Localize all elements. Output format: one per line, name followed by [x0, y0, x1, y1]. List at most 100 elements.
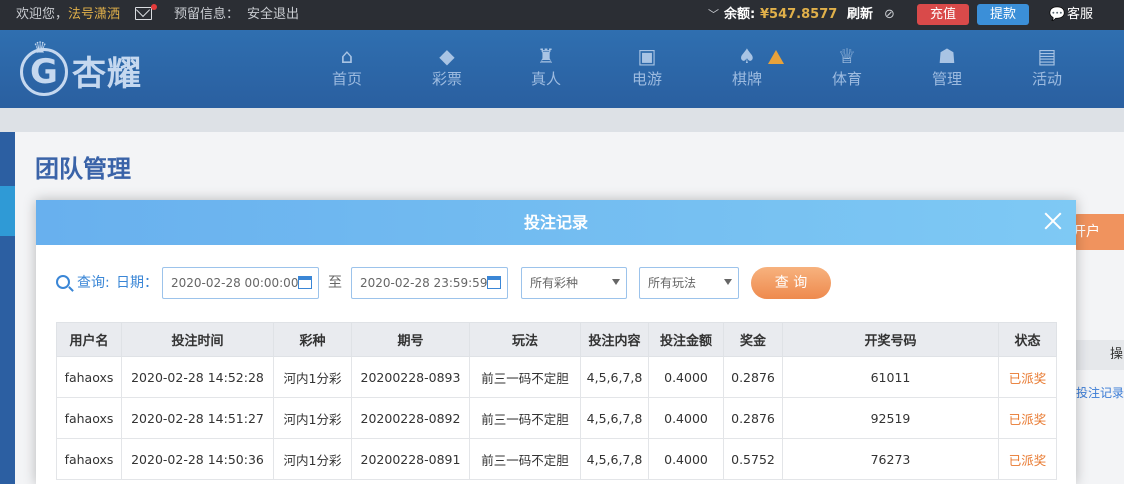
live-dealer-icon: ♜ — [537, 44, 555, 68]
end-date-input[interactable]: 2020-02-28 23:59:59 — [351, 267, 508, 299]
recharge-button[interactable]: 充值 — [917, 4, 969, 25]
nav-slots[interactable]: ▣ 电游 — [617, 44, 677, 90]
slot-machine-icon: ▣ — [637, 44, 657, 68]
cell-draw-number: 76273 — [782, 438, 999, 480]
cell-username: fahaoxs — [56, 356, 122, 398]
nav-manage[interactable]: ☗ 管理 — [917, 44, 977, 90]
lottery-select[interactable]: 所有彩种 — [521, 267, 627, 299]
bg-table-header: 操 — [1076, 340, 1124, 370]
nav-lottery[interactable]: ◆ 彩票 — [417, 44, 477, 90]
cell-amount: 0.4000 — [648, 356, 724, 398]
users-icon: ☗ — [938, 44, 956, 68]
cell-draw-number: 61011 — [782, 356, 999, 398]
nav-live[interactable]: ♜ 真人 — [516, 44, 576, 90]
cell-username: fahaoxs — [56, 397, 122, 439]
bg-bet-record-link[interactable]: 投注记录 — [1076, 384, 1124, 401]
top-bar: 欢迎您， 法号潇洒 预留信息： 安全退出 ﹀ 余额: ¥547.8577 刷新 … — [0, 0, 1124, 30]
cell-content: 4,5,6,7,8 — [580, 397, 649, 439]
to-label: 至 — [328, 275, 342, 291]
cell-username: fahaoxs — [56, 438, 122, 480]
page-title: 团队管理 — [35, 155, 131, 183]
home-icon: ⌂ — [340, 44, 354, 68]
nav-label: 活动 — [1031, 70, 1062, 88]
cell-play: 前三一码不定胆 — [469, 438, 581, 480]
bet-record-table: 用户名 投注时间 彩种 期号 玩法 投注内容 投注金额 奖金 开奖号码 状态 f… — [56, 322, 1057, 480]
nav-label: 电游 — [631, 70, 662, 88]
service-link[interactable]: 客服 — [1067, 7, 1093, 23]
col-header: 奖金 — [723, 322, 783, 357]
cell-play: 前三一码不定胆 — [469, 397, 581, 439]
table-row[interactable]: fahaoxs 2020-02-28 14:52:28 河内1分彩 202002… — [56, 356, 1057, 398]
cell-amount: 0.4000 — [648, 397, 724, 439]
nav-home[interactable]: ⌂ 首页 — [317, 44, 377, 90]
balance-value: ¥547.8577 — [760, 7, 838, 22]
query-label: 查询: — [77, 275, 110, 291]
modal-header: 投注记录 — [36, 200, 1076, 245]
cell-play: 前三一码不定胆 — [469, 356, 581, 398]
col-header: 彩种 — [273, 322, 352, 357]
cell-bet-time: 2020-02-28 14:52:28 — [121, 356, 274, 398]
trophy-icon: ♕ — [838, 44, 856, 68]
bet-record-modal: 投注记录 查询: 日期： 2020-02-28 00:00:00 至 2020-… — [36, 200, 1076, 484]
nav-label: 棋牌 — [731, 70, 762, 88]
cell-bet-time: 2020-02-28 14:50:36 — [121, 438, 274, 480]
col-header: 投注金额 — [648, 322, 724, 357]
cell-prize: 0.2876 — [723, 397, 783, 439]
date-label: 日期： — [116, 275, 158, 291]
nav-sports[interactable]: ♕ 体育 — [817, 44, 877, 90]
logout-link[interactable]: 安全退出 — [247, 7, 299, 23]
chat-icon[interactable]: 💬 — [1049, 7, 1065, 23]
gift-icon: ▤ — [1037, 44, 1057, 68]
lottery-icon: ◆ — [439, 44, 455, 68]
main-header: ♛ G 杏耀 ⌂ 首页 ◆ 彩票 ♜ 真人 ▣ 电游 ♠ 棋牌 ♕ 体育 ☗ 管… — [0, 30, 1124, 108]
nav-label: 真人 — [530, 70, 561, 88]
sidebar-active-edge — [0, 186, 15, 236]
logo-mark[interactable]: G — [30, 52, 58, 92]
cell-prize: 0.5752 — [723, 438, 783, 480]
close-icon[interactable] — [1042, 210, 1064, 232]
modal-title: 投注记录 — [523, 213, 588, 232]
chevron-down-icon[interactable]: ﹀ — [708, 7, 719, 23]
play-select-value: 所有玩法 — [648, 276, 697, 290]
col-header: 状态 — [998, 322, 1057, 357]
nav-events[interactable]: ▤ 活动 — [1017, 44, 1077, 90]
refresh-link[interactable]: 刷新 — [847, 7, 873, 23]
nav-label: 彩票 — [431, 70, 462, 88]
preview-info-link[interactable]: 预留信息： — [174, 7, 239, 23]
cell-lottery: 河内1分彩 — [273, 397, 352, 439]
nav-label: 首页 — [331, 70, 362, 88]
cell-lottery: 河内1分彩 — [273, 438, 352, 480]
calendar-icon[interactable] — [487, 276, 501, 289]
col-header: 玩法 — [469, 322, 581, 357]
start-date-input[interactable]: 2020-02-28 00:00:00 — [162, 267, 319, 299]
col-header: 期号 — [351, 322, 470, 357]
nav-label: 管理 — [931, 70, 962, 88]
col-header: 开奖号码 — [782, 322, 999, 357]
withdraw-button[interactable]: 提款 — [977, 4, 1029, 25]
cell-content: 4,5,6,7,8 — [580, 438, 649, 480]
query-button[interactable]: 查 询 — [751, 267, 831, 299]
logo-text[interactable]: 杏耀 — [72, 54, 142, 94]
unread-dot — [151, 4, 157, 10]
cell-bet-time: 2020-02-28 14:51:27 — [121, 397, 274, 439]
calendar-icon[interactable] — [298, 276, 312, 289]
cell-content: 4,5,6,7,8 — [580, 356, 649, 398]
sidebar-edge — [0, 132, 15, 484]
cell-issue: 20200228-0891 — [351, 438, 470, 480]
cell-status: 已派奖 — [998, 438, 1057, 480]
cell-draw-number: 92519 — [782, 397, 999, 439]
table-row[interactable]: fahaoxs 2020-02-28 14:50:36 河内1分彩 202002… — [56, 438, 1057, 480]
table-row[interactable]: fahaoxs 2020-02-28 14:51:27 河内1分彩 202002… — [56, 397, 1057, 439]
col-header: 投注时间 — [121, 322, 274, 357]
nav-label: 体育 — [831, 70, 862, 88]
end-date-value: 2020-02-28 23:59:59 — [360, 276, 488, 290]
table-header-row: 用户名 投注时间 彩种 期号 玩法 投注内容 投注金额 奖金 开奖号码 状态 — [56, 322, 1057, 357]
cell-status: 已派奖 — [998, 397, 1057, 439]
col-header: 投注内容 — [580, 322, 649, 357]
cell-issue: 20200228-0892 — [351, 397, 470, 439]
username-link[interactable]: 法号潇洒 — [68, 7, 120, 23]
mail-icon[interactable] — [135, 7, 152, 20]
hide-eye-icon[interactable]: ⊘ — [884, 7, 895, 23]
cell-status: 已派奖 — [998, 356, 1057, 398]
play-select[interactable]: 所有玩法 — [639, 267, 739, 299]
